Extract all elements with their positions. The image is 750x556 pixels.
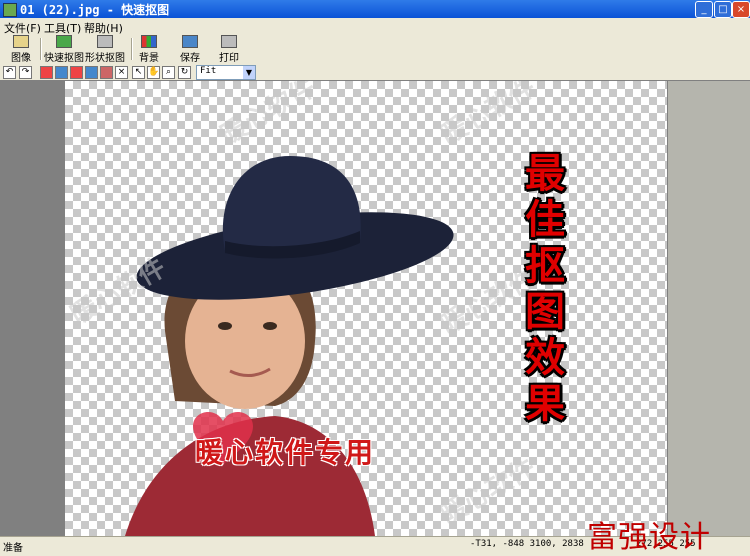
shape-cut-button[interactable]: 形状抠图 [85, 35, 125, 64]
print-label: 打印 [219, 53, 239, 64]
print-button[interactable]: 打印 [217, 35, 241, 64]
mark-foreground-icon[interactable] [40, 66, 53, 79]
cursor-coordinates: -T31, -848 3100, 2838 [470, 539, 584, 549]
background-icon [141, 35, 157, 48]
secondary-toolbar: ↶ ↷ × ↖ ✋ ⌕ ↻ Fit ▼ [0, 64, 750, 80]
rotate-icon[interactable]: ↻ [178, 66, 191, 79]
status-text: 准备 [3, 543, 23, 554]
vertical-caption: 最佳抠图效果 [525, 151, 565, 427]
zoom-icon[interactable]: ⌕ [162, 66, 175, 79]
mark-background-icon[interactable] [55, 66, 68, 79]
select-arrow-icon[interactable]: ↖ [132, 66, 145, 79]
toolbar-separator [40, 38, 42, 60]
quick-cut-label: 快速抠图 [44, 53, 84, 64]
background-label: 背景 [139, 53, 159, 64]
brush-foreground-icon[interactable] [70, 66, 83, 79]
clear-icon[interactable]: × [115, 66, 128, 79]
close-button[interactable]: × [732, 1, 750, 18]
eraser-icon[interactable] [100, 66, 113, 79]
brand-watermark: 富强设计 [587, 520, 711, 555]
save-label: 保存 [180, 53, 200, 64]
image-button[interactable]: 图像 [6, 35, 36, 64]
maximize-button[interactable]: □ [714, 1, 732, 18]
workspace: 暖心软件 暖心软件 暖心软件 暖心软件 暖心软件 最佳抠图效果 暖心软件专用 [0, 80, 750, 536]
window-title: 01 (22).jpg - 快速抠图 [20, 3, 170, 17]
quick-cut-icon [56, 35, 72, 48]
app-icon [3, 3, 17, 17]
minimize-button[interactable]: _ [695, 1, 713, 18]
toolbar-separator [131, 38, 133, 60]
shape-cut-icon [97, 35, 113, 48]
save-button[interactable]: 保存 [178, 35, 202, 64]
logo-caption: 暖心软件专用 [195, 436, 376, 469]
zoom-select[interactable]: Fit ▼ [196, 65, 256, 80]
image-canvas[interactable]: 暖心软件 暖心软件 暖心软件 暖心软件 暖心软件 最佳抠图效果 暖心软件专用 [65, 81, 667, 536]
canvas-margin-right [668, 81, 750, 536]
hand-pan-icon[interactable]: ✋ [147, 66, 160, 79]
brush-background-icon[interactable] [85, 66, 98, 79]
zoom-value: Fit [200, 66, 217, 76]
title-bar: 01 (22).jpg - 快速抠图 _ □ × [0, 0, 750, 18]
chevron-down-icon: ▼ [243, 66, 255, 79]
shape-cut-label: 形状抠图 [85, 53, 125, 64]
folder-icon [13, 35, 29, 48]
save-icon [182, 35, 198, 48]
undo-icon[interactable]: ↶ [3, 66, 16, 79]
background-button[interactable]: 背景 [137, 35, 161, 64]
main-toolbar: 图像 快速抠图 形状抠图 背景 保存 打印 [0, 34, 750, 65]
printer-icon [221, 35, 237, 48]
quick-cut-button[interactable]: 快速抠图 [44, 35, 84, 64]
image-button-label: 图像 [11, 53, 31, 64]
menu-bar: 文件(F) 工具(T) 帮助(H) [0, 18, 750, 35]
redo-icon[interactable]: ↷ [19, 66, 32, 79]
